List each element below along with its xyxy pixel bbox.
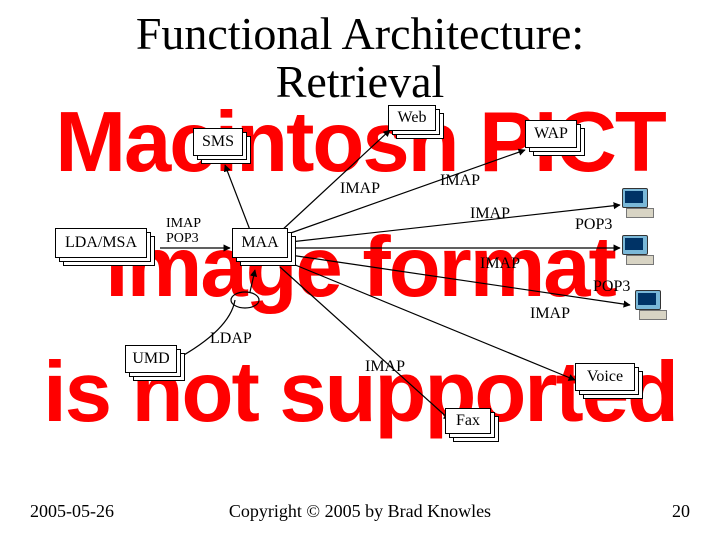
- node-lda-msa: LDA/MSA: [55, 228, 155, 268]
- edge-label-pop3-b: POP3: [593, 278, 630, 296]
- label-umd: UMD: [125, 345, 177, 373]
- node-umd: UMD: [125, 345, 187, 385]
- edge-label-imap-c: IMAP: [470, 205, 510, 223]
- computer-icon-3: [635, 290, 669, 320]
- label-lda-msa: LDA/MSA: [55, 228, 147, 258]
- edge-label-imap-f: IMAP: [365, 358, 405, 376]
- edge-label-ldap: LDAP: [210, 330, 252, 348]
- label-wap: WAP: [525, 120, 577, 148]
- node-maa: MAA: [232, 228, 298, 270]
- label-voice: Voice: [575, 363, 635, 391]
- edge-label-imap-a: IMAP: [340, 180, 380, 198]
- node-web: Web: [388, 105, 446, 141]
- node-sms: SMS: [193, 128, 253, 166]
- label-maa: MAA: [232, 228, 288, 258]
- label-sms: SMS: [193, 128, 243, 156]
- edge-label-pop3-a: POP3: [575, 216, 612, 234]
- label-fax: Fax: [445, 408, 491, 434]
- node-fax: Fax: [445, 408, 501, 446]
- edge-label-imap-pop3: IMAP POP3: [166, 217, 201, 246]
- edge-label-imap-e: IMAP: [530, 305, 570, 323]
- computer-icon-2: [622, 235, 656, 265]
- computer-icon-1: [622, 188, 656, 218]
- label-web: Web: [388, 105, 436, 131]
- diagram-stage: SMS Web WAP LDA/MSA MAA: [0, 0, 720, 540]
- edge-label-imap-d: IMAP: [480, 255, 520, 273]
- node-voice: Voice: [575, 363, 645, 403]
- edge-label-imap-b: IMAP: [440, 172, 480, 190]
- node-wap: WAP: [525, 120, 587, 158]
- footer-copyright: Copyright © 2005 by Brad Knowles: [0, 501, 720, 522]
- footer-page-number: 20: [672, 501, 690, 522]
